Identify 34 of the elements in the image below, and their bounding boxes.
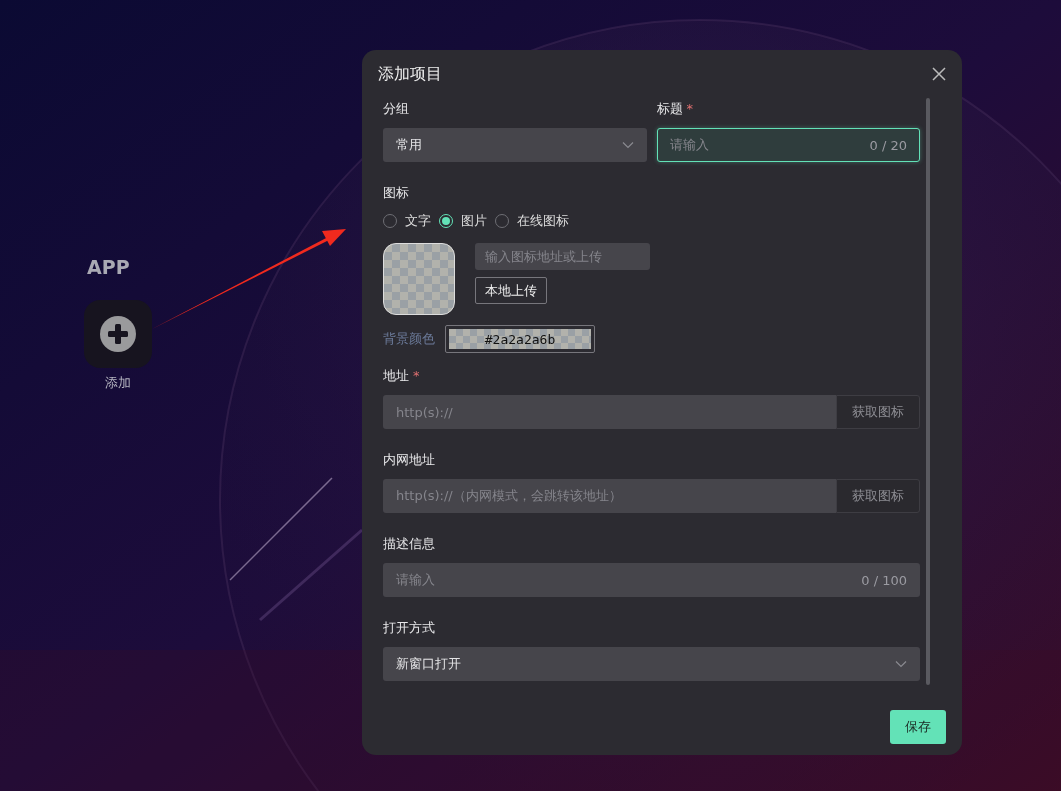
scrollbar[interactable] <box>926 98 930 685</box>
radio-option[interactable]: 图片 <box>439 212 487 230</box>
close-icon[interactable] <box>932 67 946 81</box>
icon-preview[interactable] <box>383 243 455 315</box>
open-mode-select[interactable]: 新窗口打开 <box>383 647 920 681</box>
field-label: 分组 <box>383 100 409 118</box>
field-label: 图标 <box>383 184 409 202</box>
save-button[interactable]: 保存 <box>890 710 946 744</box>
field-label: 地址 <box>383 367 409 385</box>
char-counter: 0 / 100 <box>861 572 907 588</box>
fetch-icon-button[interactable]: 获取图标 <box>836 395 920 429</box>
field-label: 描述信息 <box>383 535 435 553</box>
required-mark: * <box>686 100 693 118</box>
field-label: 打开方式 <box>383 619 435 637</box>
dialog-title: 添加项目 <box>378 63 442 85</box>
required-mark: * <box>413 367 420 385</box>
app-label: 添加 <box>105 374 131 392</box>
radio-option[interactable]: 文字 <box>383 212 431 230</box>
field-label: 内网地址 <box>383 451 435 469</box>
section-title: APP <box>87 256 130 278</box>
description-input[interactable]: 请输入 0 / 100 <box>383 563 920 597</box>
chevron-down-icon <box>621 141 634 149</box>
chevron-down-icon <box>895 660 907 668</box>
field-label: 标题 <box>656 100 683 118</box>
field-label: 背景颜色 <box>383 330 435 348</box>
app-tile[interactable] <box>84 300 152 368</box>
color-picker[interactable]: #2a2a2a6b <box>445 325 595 353</box>
char-counter: 0 / 20 <box>869 137 907 153</box>
upload-button[interactable]: 本地上传 <box>475 277 547 304</box>
title-input[interactable]: 请输入 0 / 20 <box>656 128 920 162</box>
radio-option[interactable]: 在线图标 <box>495 212 569 230</box>
group-select[interactable]: 常用 <box>383 128 647 162</box>
fetch-icon-button[interactable]: 获取图标 <box>836 479 920 513</box>
add-icon <box>100 316 136 352</box>
